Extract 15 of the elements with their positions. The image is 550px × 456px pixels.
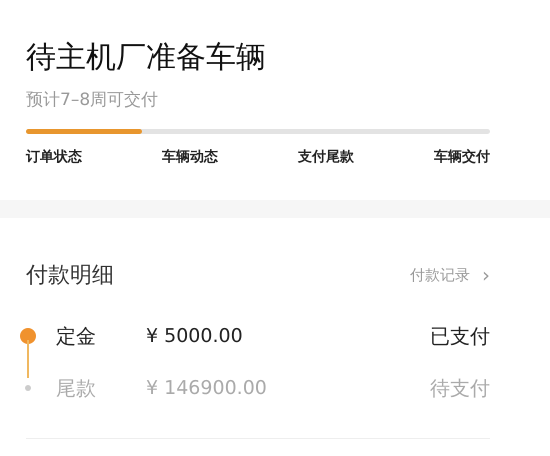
step-label: 订单状态: [26, 148, 82, 166]
payment-amount: ¥ 146900.00: [146, 377, 268, 399]
status-title: 待主机厂准备车辆: [26, 39, 267, 77]
step-label: 支付尾款: [298, 148, 354, 166]
payment-record-link[interactable]: 付款记录 ›: [410, 263, 490, 287]
section-title: 付款明细: [26, 262, 114, 290]
payment-status: 待支付: [430, 374, 490, 402]
step-label: 车辆动态: [162, 148, 218, 166]
timeline-line: [27, 340, 29, 378]
payment-name: 定金: [56, 322, 97, 350]
step-label: 车辆交付: [434, 148, 490, 166]
delivery-estimate: 预计7–8周可交付: [26, 89, 160, 111]
payment-name: 尾款: [56, 374, 97, 402]
payment-amount: ¥ 5000.00: [146, 325, 244, 347]
payment-status: 已支付: [430, 322, 490, 350]
